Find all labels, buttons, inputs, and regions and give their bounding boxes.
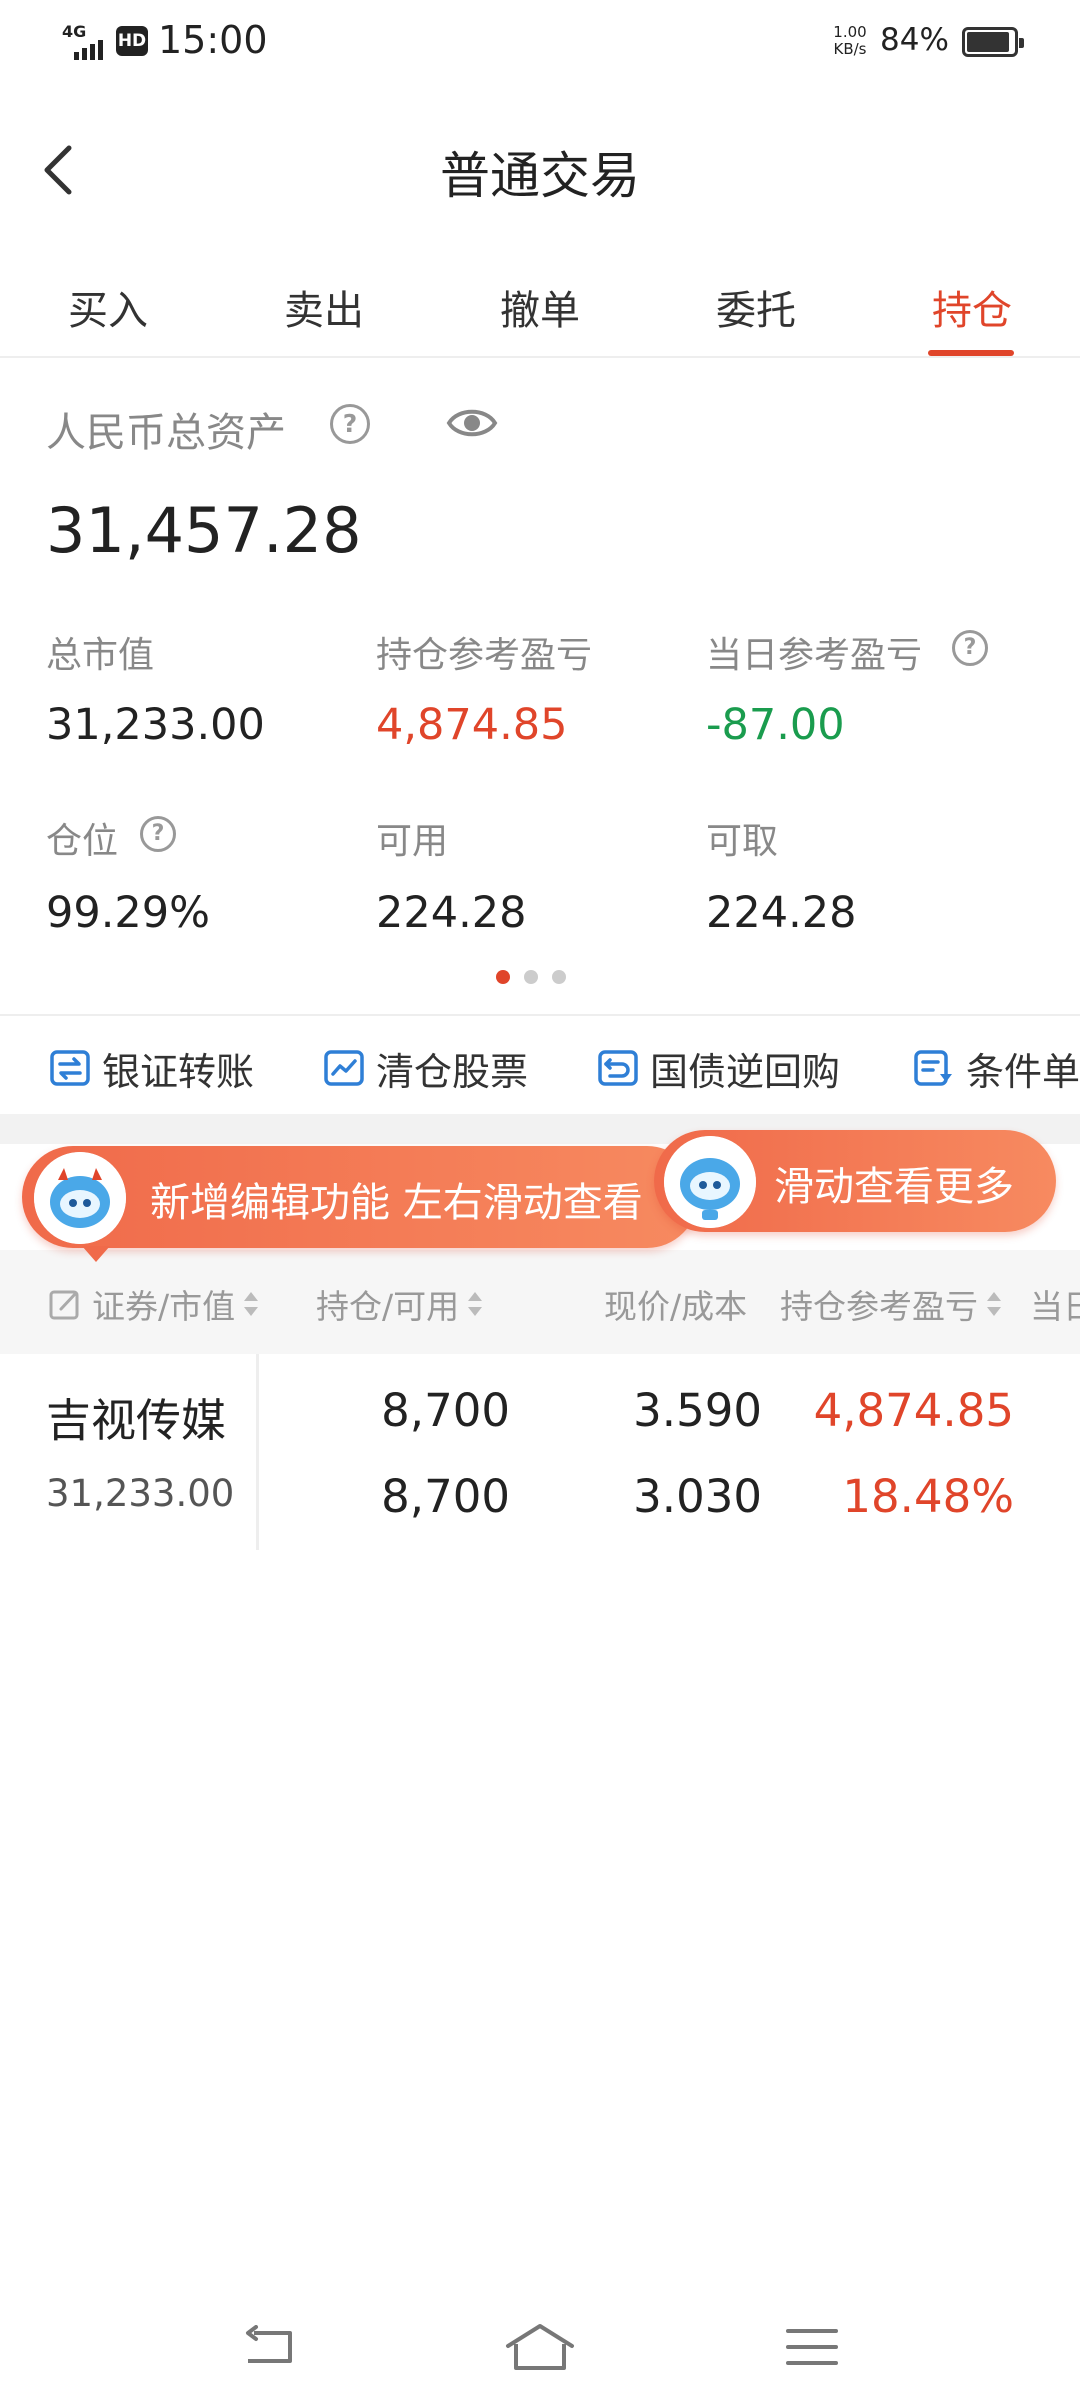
column-header-label: 当日 [1030,1287,1080,1326]
reverse-repo-button[interactable]: 国债逆回购 [596,1044,840,1094]
repo-icon [598,1050,638,1086]
clear-positions-button[interactable]: 清仓股票 [322,1044,528,1094]
column-header-pnl[interactable]: 持仓参考盈亏 [780,1280,1002,1328]
withdrawable-value: 224.28 [706,888,857,938]
tab-buy[interactable]: 买入 [38,278,178,336]
back-nav-icon [246,2325,292,2363]
position-ratio-label: 仓位 [46,821,119,862]
help-icon[interactable]: ? [330,404,370,444]
transfer-icon [50,1050,90,1086]
quick-action-label: 银证转账 [102,1049,255,1094]
network-speed: 1.00 KB/s [828,24,872,58]
tab-positions[interactable]: 持仓 [902,278,1042,336]
total-assets-value: 31,457.28 [46,494,362,567]
page-dot-active [496,970,510,984]
tab-cancel[interactable]: 撤单 [470,278,610,336]
column-header-daily[interactable]: 当日 [1030,1280,1080,1328]
position-qty: 8,700 [381,1384,510,1437]
robot-mascot-icon [664,1136,756,1228]
column-divider [256,1354,259,1550]
column-header-position[interactable]: 持仓/可用 [316,1280,483,1328]
banner-text: 滑动查看更多 [774,1164,1014,1210]
available-value: 224.28 [376,888,527,938]
available-qty: 8,700 [381,1470,510,1523]
daily-pnl-label: 当日参考盈亏 [706,635,923,676]
column-header-security[interactable]: 证券/市值 [48,1280,259,1328]
page-dot [524,970,538,984]
battery-percent: 84% [880,22,949,58]
battery-icon [962,27,1024,57]
bank-transfer-button[interactable]: 银证转账 [48,1044,254,1094]
swipe-tip-banner[interactable]: 新增编辑功能 左右滑动查看 [22,1146,698,1262]
position-ratio-value: 99.29% [46,888,210,938]
help-icon[interactable]: ? [140,816,176,852]
column-header-label: 持仓/可用 [316,1287,460,1326]
quick-action-label: 条件单 [966,1049,1080,1094]
daily-pnl-value: -87.00 [706,700,845,750]
hd-badge: HD [116,26,148,56]
banner-pointer [82,1246,110,1262]
column-header-price: 现价/成本 [604,1280,747,1328]
swipe-more-banner[interactable]: 滑动查看更多 [654,1130,1056,1232]
sort-icon [467,1291,483,1317]
position-pnl: 4,874.85 [813,1384,1014,1437]
help-icon[interactable]: ? [952,630,988,666]
table-row[interactable]: 吉视传媒 31,233.00 8,700 8,700 3.590 3.030 4… [0,1354,1080,1550]
page-title: 普通交易 [440,147,640,205]
withdrawable-label: 可取 [706,821,779,862]
cost-price: 3.030 [633,1470,762,1523]
signal-icon: 4G [62,22,110,60]
tab-orders[interactable]: 委托 [686,278,826,336]
menu-icon [786,2329,838,2365]
network-type: 4G [62,22,87,41]
speed-unit: KB/s [833,40,867,58]
quick-actions-bar: 银证转账 清仓股票 国债逆回购 条件单 [0,1014,1080,1114]
column-header-label: 现价/成本 [604,1287,748,1326]
column-header-label: 持仓参考盈亏 [780,1287,978,1326]
sort-icon [986,1291,1002,1317]
holdings-table-header: 证券/市值 持仓/可用 现价/成本 持仓参考盈亏 当日 [0,1250,1080,1354]
quick-action-label: 清仓股票 [376,1049,529,1094]
tab-sell[interactable]: 卖出 [254,278,394,336]
current-price: 3.590 [633,1384,762,1437]
robot-mascot-icon [34,1152,126,1244]
nav-home-button[interactable] [500,2312,580,2382]
quick-action-label: 国债逆回购 [650,1049,841,1094]
system-nav-bar [0,2290,1080,2408]
position-pnl-percent: 18.48% [842,1470,1014,1523]
trade-tabs: 买入 卖出 撤单 委托 持仓 [0,258,1080,358]
market-value: 31,233.00 [46,700,265,750]
eye-icon[interactable] [446,400,498,446]
stock-market-value: 31,233.00 [46,1472,235,1515]
nav-back-button[interactable] [228,2312,308,2382]
edit-icon[interactable] [48,1287,82,1321]
home-icon [506,2324,574,2370]
condition-order-icon [914,1050,952,1086]
speed-value: 1.00 [833,23,867,41]
position-pnl-label: 持仓参考盈亏 [376,635,593,676]
market-value-label: 总市值 [46,635,155,676]
active-tab-indicator [928,350,1014,356]
chart-clear-icon [324,1050,364,1086]
position-pnl-value: 4,874.85 [376,700,568,750]
page-dot [552,970,566,984]
status-time: 15:00 [158,18,268,62]
page-indicator [496,970,566,984]
nav-menu-button[interactable] [772,2312,852,2382]
conditional-order-button[interactable]: 条件单 [912,1044,1080,1094]
status-bar: 4G HD 15:00 1.00 KB/s 84% [0,0,1080,84]
total-assets-label: 人民币总资产 [46,410,286,456]
header: 普通交易 [0,100,1080,240]
sort-icon [243,1291,259,1317]
column-header-label: 证券/市值 [92,1287,236,1326]
banner-text: 新增编辑功能 左右滑动查看 [150,1180,643,1226]
stock-name: 吉视传媒 [46,1394,227,1447]
available-label: 可用 [376,821,449,862]
